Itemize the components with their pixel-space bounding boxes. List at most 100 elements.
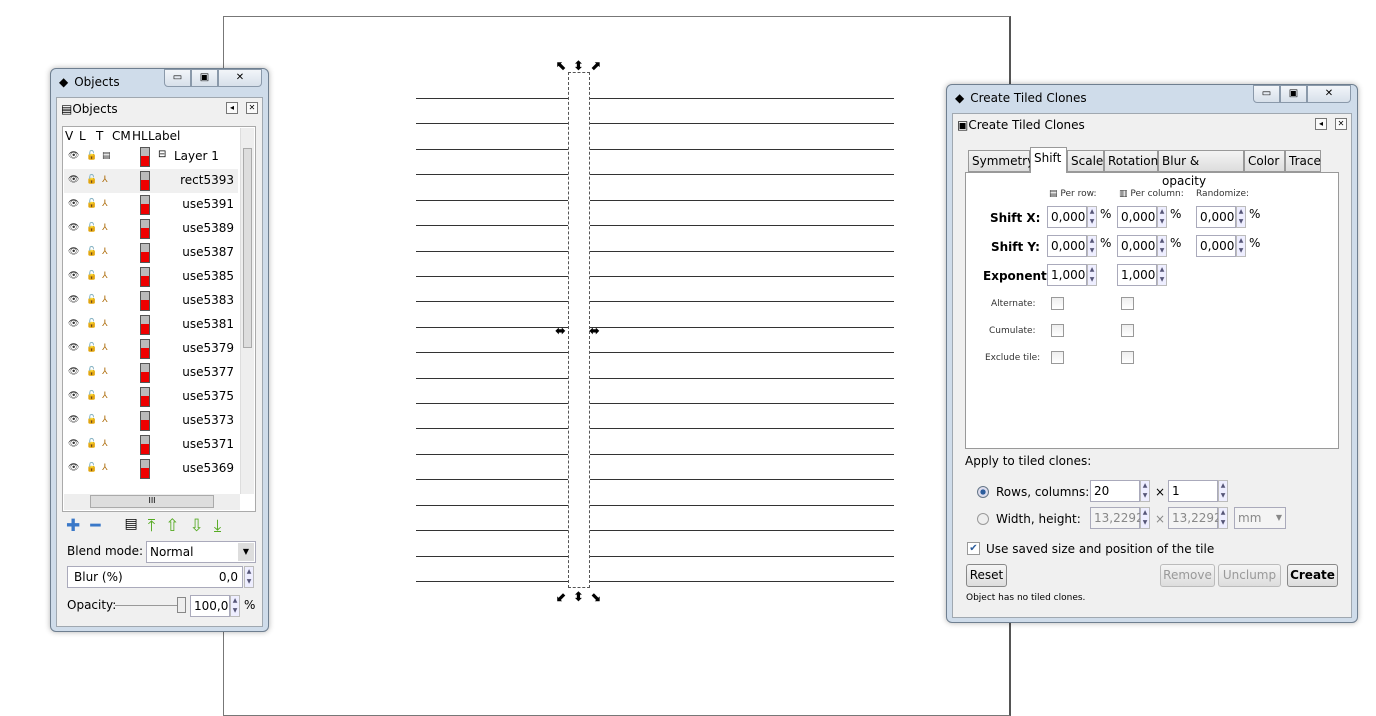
- lower-icon[interactable]: ⇩: [190, 516, 204, 536]
- exclude-row-checkbox[interactable]: [1051, 351, 1064, 364]
- tree-row[interactable]: 👁 🔓 ⅄ use5379: [64, 337, 238, 361]
- maximize-button[interactable]: ▣: [1280, 85, 1307, 103]
- shift-y-field-spinner[interactable]: ▲ ▼: [1087, 235, 1097, 257]
- lower-to-bottom-icon[interactable]: ⤓: [214, 516, 222, 536]
- clone-line[interactable]: [416, 530, 894, 532]
- maximize-button[interactable]: ▣: [191, 69, 218, 87]
- visible-icon[interactable]: 👁: [68, 295, 79, 305]
- highlight-color[interactable]: [140, 387, 150, 407]
- clone-line[interactable]: [416, 123, 894, 125]
- collapse-icon[interactable]: ⊟: [158, 149, 166, 160]
- tab-shift[interactable]: Shift: [1030, 147, 1067, 173]
- scale-handle-s[interactable]: ⬍: [573, 591, 584, 604]
- width-field[interactable]: 13,2292: [1090, 507, 1144, 529]
- dock-collapse-button[interactable]: ◂: [1315, 118, 1327, 130]
- col-t[interactable]: T: [96, 129, 112, 143]
- highlight-color[interactable]: [140, 363, 150, 383]
- col-v[interactable]: V: [65, 129, 77, 143]
- exponent-field[interactable]: 1,000: [1047, 264, 1087, 286]
- unclump-button[interactable]: Unclump: [1218, 564, 1281, 587]
- clone-line[interactable]: [416, 301, 894, 303]
- shift-y-field[interactable]: 0,000: [1117, 235, 1157, 257]
- blend-mode-select[interactable]: Normal ▼: [146, 541, 256, 563]
- shift-y-field-spinner[interactable]: ▲ ▼: [1157, 235, 1167, 257]
- visible-icon[interactable]: 👁: [68, 175, 79, 185]
- tree-row[interactable]: 👁 🔓 ⅄ use5381: [64, 313, 238, 337]
- shift-y-field[interactable]: 0,000: [1196, 235, 1236, 257]
- highlight-color[interactable]: [140, 195, 150, 215]
- clone-line[interactable]: [416, 504, 894, 506]
- tab-trace[interactable]: Trace: [1285, 150, 1321, 172]
- lock-icon[interactable]: 🔓: [86, 319, 97, 329]
- tree-row[interactable]: 👁 🔓 ⅄ use5373: [64, 409, 238, 433]
- clone-line[interactable]: [416, 225, 894, 227]
- scale-handle-n[interactable]: ⬍: [573, 60, 584, 73]
- tab-symmetry[interactable]: Symmetry: [968, 150, 1034, 172]
- columns-field[interactable]: 1: [1168, 480, 1218, 502]
- highlight-color[interactable]: [140, 459, 150, 479]
- shift-x-field-spinner[interactable]: ▲ ▼: [1087, 206, 1097, 228]
- add-icon[interactable]: ✚: [66, 516, 80, 536]
- exclude-column-checkbox[interactable]: [1121, 351, 1134, 364]
- highlight-color[interactable]: [140, 171, 150, 191]
- rows-columns-radio[interactable]: [977, 486, 989, 498]
- shift-x-field[interactable]: 0,000: [1196, 206, 1236, 228]
- highlight-color[interactable]: [140, 411, 150, 431]
- highlight-color[interactable]: [140, 147, 150, 167]
- scale-handle-se[interactable]: ⬊: [590, 591, 601, 604]
- clone-line[interactable]: [416, 174, 894, 176]
- tree-row[interactable]: 👁 🔓 ⅄ rect5393: [64, 169, 238, 193]
- scale-handle-nw[interactable]: ⬉: [556, 60, 567, 73]
- width-spinner[interactable]: ▲ ▼: [1140, 507, 1150, 529]
- cumulate-column-checkbox[interactable]: [1121, 324, 1134, 337]
- create-button[interactable]: Create: [1287, 564, 1338, 587]
- tree-row[interactable]: 👁 🔓 ⅄ use5391: [64, 193, 238, 217]
- columns-spinner[interactable]: ▲ ▼: [1218, 480, 1228, 502]
- visible-icon[interactable]: 👁: [68, 319, 79, 329]
- scale-handle-e[interactable]: ⬌: [589, 325, 600, 338]
- opacity-slider[interactable]: [115, 605, 185, 606]
- dock-collapse-button[interactable]: ◂: [226, 102, 238, 114]
- highlight-color[interactable]: [140, 219, 150, 239]
- col-hl[interactable]: HL: [132, 129, 148, 143]
- clone-line[interactable]: [416, 555, 894, 557]
- height-spinner[interactable]: ▲ ▼: [1218, 507, 1228, 529]
- opacity-slider-handle[interactable]: [177, 597, 186, 613]
- lock-icon[interactable]: 🔓: [86, 151, 97, 161]
- blur-spinner[interactable]: ▲ ▼: [244, 566, 254, 588]
- remove-icon[interactable]: ━: [90, 516, 100, 536]
- lock-icon[interactable]: 🔓: [86, 439, 97, 449]
- shift-x-field[interactable]: 0,000: [1047, 206, 1087, 228]
- alternate-row-checkbox[interactable]: [1051, 297, 1064, 310]
- tree-row[interactable]: 👁 🔓 ⅄ use5385: [64, 265, 238, 289]
- tree-row-layer[interactable]: 👁 🔓 ▤ ⊟ Layer 1: [64, 145, 238, 169]
- exponent-field-spinner[interactable]: ▲ ▼: [1087, 264, 1097, 286]
- col-label[interactable]: Label: [148, 129, 180, 143]
- selected-rect[interactable]: [568, 72, 590, 588]
- visible-icon[interactable]: 👁: [68, 151, 79, 161]
- exponent-field[interactable]: 1,000: [1117, 264, 1157, 286]
- close-button[interactable]: ✕: [1307, 85, 1351, 103]
- tree-row[interactable]: 👁 🔓 ⅄ use5371: [64, 433, 238, 457]
- clone-line[interactable]: [416, 453, 894, 455]
- visible-icon[interactable]: 👁: [68, 247, 79, 257]
- lock-icon[interactable]: 🔓: [86, 367, 97, 377]
- clone-line[interactable]: [416, 479, 894, 481]
- lock-icon[interactable]: 🔓: [86, 295, 97, 305]
- clone-line[interactable]: [416, 377, 894, 379]
- clone-line[interactable]: [416, 275, 894, 277]
- tab-scale[interactable]: Scale: [1067, 150, 1104, 172]
- vertical-scrollbar[interactable]: [240, 128, 254, 494]
- cumulate-row-checkbox[interactable]: [1051, 324, 1064, 337]
- col-l[interactable]: L: [79, 129, 93, 143]
- horizontal-scrollbar[interactable]: III: [64, 494, 240, 510]
- tree-row[interactable]: 👁 🔓 ⅄ use5375: [64, 385, 238, 409]
- highlight-color[interactable]: [140, 435, 150, 455]
- visible-icon[interactable]: 👁: [68, 223, 79, 233]
- clone-line[interactable]: [416, 148, 894, 150]
- visible-icon[interactable]: 👁: [68, 391, 79, 401]
- blur-field[interactable]: Blur (%) 0,0: [67, 566, 243, 588]
- highlight-color[interactable]: [140, 339, 150, 359]
- highlight-color[interactable]: [140, 243, 150, 263]
- shift-x-field[interactable]: 0,000: [1117, 206, 1157, 228]
